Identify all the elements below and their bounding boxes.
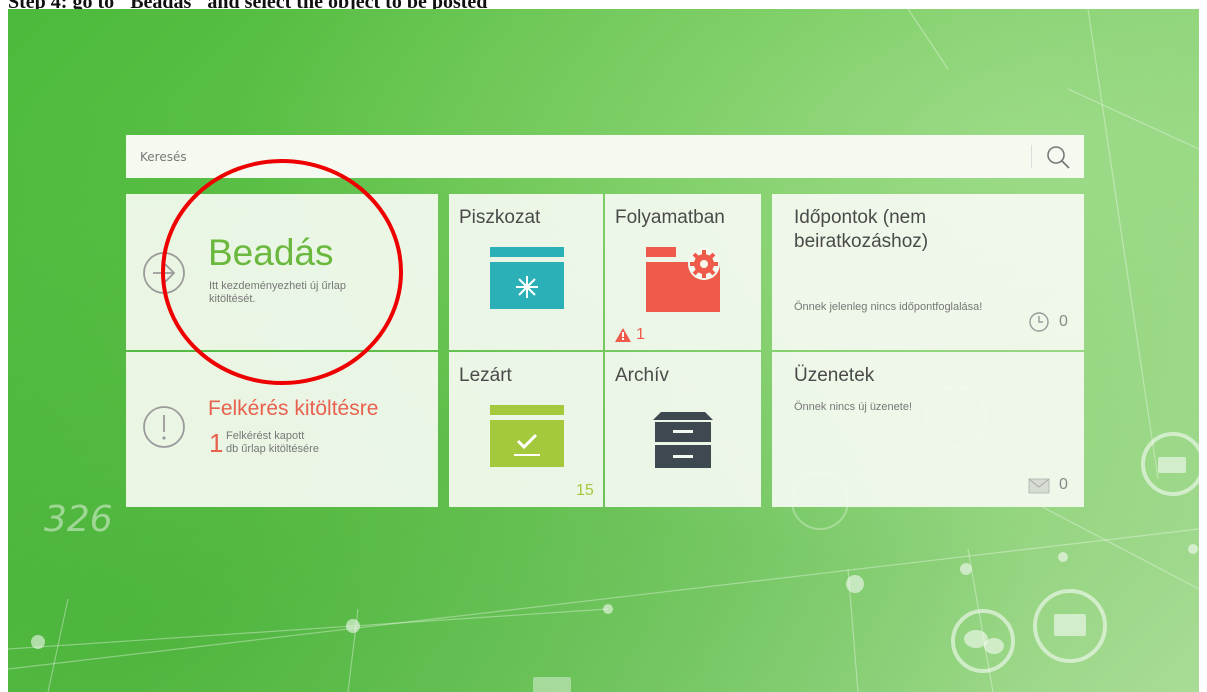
app-background: 326 Beadás Itt kezdeményezheti új űrlap … [8,9,1199,692]
red-circle-highlight [161,159,403,385]
